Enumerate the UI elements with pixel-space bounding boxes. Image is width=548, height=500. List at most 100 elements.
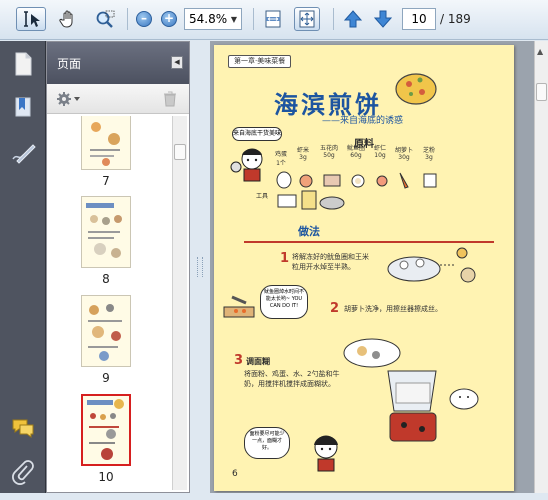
ingredient-amount: 3g xyxy=(299,154,307,161)
step1-text: 将解冻好的鱿鱼圈和王米粒用开水焯至半熟。 xyxy=(292,253,369,271)
chopping-illustration xyxy=(223,295,255,318)
document-view[interactable]: 第一章·美味菜餐 海滨煎饼 ——来自海底的诱惑 来自海底干货美味 原料 鸡蛋 1个… xyxy=(210,41,534,493)
scroll-thumb[interactable] xyxy=(536,83,547,101)
ingredient-amount: 30g xyxy=(398,154,410,161)
panel-collapse-button[interactable]: ◀ xyxy=(171,56,183,69)
page-thumbnail-7[interactable]: 7 xyxy=(81,116,131,188)
ingredient-name: 鱿鱼圈 xyxy=(346,145,365,152)
tool-illustration xyxy=(277,190,345,210)
panel-splitter[interactable] xyxy=(190,41,210,493)
zoom-in-button[interactable]: + xyxy=(161,11,177,35)
recipe-subtitle: ——来自海底的诱惑 xyxy=(322,116,404,126)
navigation-rail xyxy=(0,41,46,500)
thumbnail-image xyxy=(81,116,131,170)
scroll-thumb[interactable] xyxy=(174,144,186,160)
bookmark-icon xyxy=(15,97,31,117)
arrow-down-icon xyxy=(373,10,393,28)
step1-number: 1 xyxy=(280,251,290,266)
tool-label: 工具 xyxy=(256,193,269,200)
splitter-grip[interactable] xyxy=(197,257,203,277)
page-total-label: / 189 xyxy=(440,12,471,26)
blender-illustration xyxy=(343,338,479,442)
thumbnail-label: 8 xyxy=(102,272,110,286)
fit-width-icon xyxy=(265,10,281,28)
marquee-zoom-button[interactable] xyxy=(92,7,118,31)
text-cursor-icon xyxy=(24,11,40,27)
document-scrollbar[interactable]: ▲ xyxy=(534,41,548,493)
scroll-up-arrow[interactable]: ▲ xyxy=(537,47,543,56)
zoom-out-button[interactable]: – xyxy=(136,11,152,35)
comments-panel-button[interactable] xyxy=(11,417,35,441)
minus-icon: – xyxy=(136,11,152,27)
gear-icon xyxy=(57,92,80,106)
chef-character-illustration xyxy=(230,148,263,182)
ingredient-name: 虾米 xyxy=(296,147,309,154)
page-thumbnail-8[interactable]: 8 xyxy=(81,196,131,286)
hand-tool-button[interactable] xyxy=(55,7,81,31)
previous-page-button[interactable] xyxy=(340,7,366,31)
bottom-speech-text: 面粉要尽可能少一点，面糊才好。 xyxy=(249,431,285,451)
toolbar: – + ▼ / 189 xyxy=(0,0,548,40)
intro-speech-text: 来自海底干货美味 xyxy=(233,130,282,137)
intro-speech-bubble: 来自海底干货美味 xyxy=(232,127,282,141)
plus-icon: + xyxy=(161,11,177,27)
fit-page-button[interactable] xyxy=(294,7,320,31)
step2-text: 胡萝卜洗净，用擦丝器擦成丝。 xyxy=(344,305,442,313)
thumbnail-list: 7 8 9 10 xyxy=(51,116,167,490)
trash-icon xyxy=(164,91,176,107)
options-menu-button[interactable] xyxy=(55,90,81,108)
page-number: 6 xyxy=(232,469,238,479)
bookmarks-panel-button[interactable] xyxy=(11,95,35,119)
panel-title: 页面 xyxy=(57,56,82,71)
pages-panel: 页面 ◀ 7 8 9 10 xyxy=(46,41,190,493)
panel-toolbar xyxy=(47,84,189,114)
ingredient-item: 芝粉 3g xyxy=(418,145,440,161)
document-page: 第一章·美味菜餐 海滨煎饼 ——来自海底的诱惑 来自海底干货美味 原料 鸡蛋 1个… xyxy=(214,45,514,491)
ingredient-amount: 50g xyxy=(323,152,335,159)
ingredient-name: 芝粉 xyxy=(422,147,435,154)
ingredient-item: 五花肉 50g xyxy=(316,143,342,159)
ingredient-amount: 60g xyxy=(350,152,362,159)
fit-width-button[interactable] xyxy=(260,7,286,31)
tip-speech-bubble: 鱿鱼圈焯水时间不能太长哟~ YOU CAN DO IT! xyxy=(260,285,308,319)
signature-pen-icon xyxy=(12,144,36,164)
page-number-input[interactable] xyxy=(403,9,435,29)
ingredient-item: 虾仁 10g xyxy=(370,143,390,159)
girl-character-illustration xyxy=(314,435,338,472)
step3-title: 调面糊 xyxy=(246,357,270,366)
ingredient-item: 胡萝卜 30g xyxy=(392,145,416,161)
page-thumbnail-10[interactable]: 10 xyxy=(81,394,131,484)
status-strip xyxy=(0,493,548,500)
chevron-down-icon[interactable]: ▼ xyxy=(227,15,241,24)
signatures-panel-button[interactable] xyxy=(11,141,36,165)
panel-header: 页面 xyxy=(47,42,189,84)
arrow-up-icon xyxy=(343,10,363,28)
paperclip-icon xyxy=(12,460,34,485)
next-page-button[interactable] xyxy=(370,7,396,31)
zoom-input[interactable] xyxy=(185,12,227,26)
method-label: 做法 xyxy=(298,225,320,238)
thumbnail-scrollbar[interactable] xyxy=(172,116,187,490)
delete-page-button[interactable] xyxy=(162,90,178,108)
ingredient-name: 鸡蛋 xyxy=(274,151,287,158)
select-tool-button[interactable] xyxy=(16,7,46,31)
step2-number: 2 xyxy=(330,301,340,316)
ingredient-amount: 1个 xyxy=(276,160,286,167)
ingredient-amount: 10g xyxy=(374,152,386,159)
thumbnail-image xyxy=(81,196,131,268)
page-thumbnail-9[interactable]: 9 xyxy=(81,295,131,385)
chapter-tag-text: 第一章·美味菜餐 xyxy=(234,57,286,65)
bottom-speech-bubble: 面粉要尽可能少一点，面糊才好。 xyxy=(244,427,290,459)
zoom-select[interactable]: ▼ xyxy=(184,8,242,30)
pages-panel-button[interactable] xyxy=(11,51,35,76)
thumbnail-image xyxy=(81,295,131,367)
thumbnail-label: 10 xyxy=(98,470,114,484)
ingredient-name: 虾仁 xyxy=(373,145,386,152)
page-number-box[interactable] xyxy=(402,8,436,30)
attachments-panel-button[interactable] xyxy=(11,459,35,485)
chapter-tag: 第一章·美味菜餐 xyxy=(228,55,292,68)
step1-illustration xyxy=(387,247,476,283)
toolbar-separator xyxy=(253,8,254,30)
thumbnail-label: 7 xyxy=(102,174,110,188)
step3-text: 将面粉、鸡蛋、水、2勺盐和牛奶，用搅拌机搅拌成面糊状。 xyxy=(244,370,340,388)
